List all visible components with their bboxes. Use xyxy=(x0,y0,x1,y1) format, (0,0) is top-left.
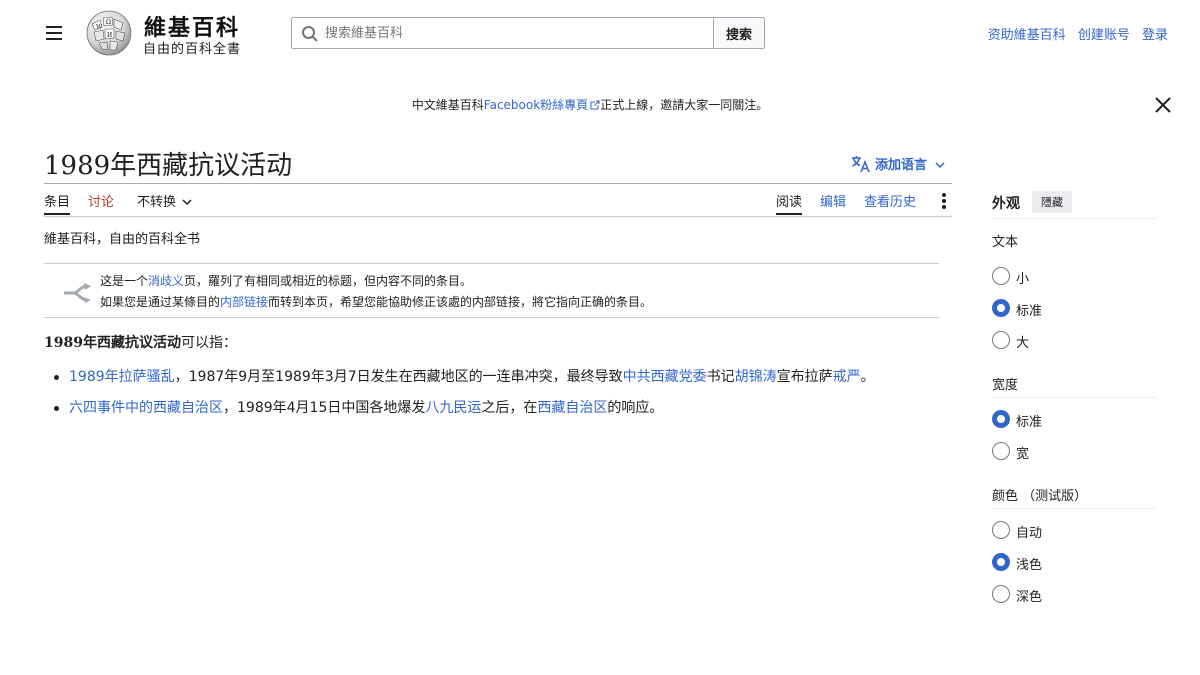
june4-tibet-link[interactable]: 六四事件中的西藏自治区 xyxy=(69,400,223,416)
hamburger-icon xyxy=(46,26,62,28)
tibet-region-link[interactable]: 西藏自治区 xyxy=(537,400,607,416)
notice-text: 中文維基百科 xyxy=(411,98,484,112)
svg-text:И: И xyxy=(107,32,112,39)
tab-talk[interactable]: 讨论 xyxy=(88,191,114,210)
tab-variant[interactable]: 不转换 xyxy=(137,191,192,210)
disambiguation-list: 1989年拉萨骚乱，1987年9月至1989年3月7日发生在西藏地区的一连串冲突… xyxy=(44,366,944,428)
tab-read[interactable]: 阅读 xyxy=(776,191,803,215)
list-item: 六四事件中的西藏自治区，1989年4月15日中国各地爆发八九民运之后，在西藏自治… xyxy=(44,397,944,419)
disambiguation-link[interactable]: 消歧义 xyxy=(148,274,184,288)
disambiguation-notice: 这是一个消歧义页，羅列了有相同或相近的标题，但内容不同的条目。 如果您是通过某條… xyxy=(44,263,939,318)
chevron-down-icon xyxy=(935,162,945,169)
login-link[interactable]: 登录 xyxy=(1142,28,1168,43)
chevron-down-icon xyxy=(182,199,192,206)
site-tagline: 自由的百科全書 xyxy=(143,42,242,57)
tibet-committee-link[interactable]: 中共西藏党委 xyxy=(623,369,707,385)
user-links: 资助維基百科 创建账号 登录 xyxy=(980,24,1168,43)
appearance-panel: 外观 隱藏 文本 小 标准 大 宽度 标准 宽 颜色 （测试版） 自动 浅色 深… xyxy=(992,190,1156,605)
external-link-icon xyxy=(590,100,600,110)
language-icon xyxy=(852,156,870,173)
search-button[interactable]: 搜索 xyxy=(713,17,765,49)
main-menu-button[interactable] xyxy=(40,20,68,46)
facebook-link[interactable]: Facebook粉絲專頁 xyxy=(484,98,588,112)
text-size-title: 文本 xyxy=(992,235,1019,250)
site-subtitle: 維基百科，自由的百科全书 xyxy=(44,232,201,247)
disambiguation-icon xyxy=(64,283,91,303)
hu-jintao-link[interactable]: 胡锦涛 xyxy=(735,369,777,385)
page-title: 1989年西藏抗议活动 xyxy=(44,151,293,181)
title-divider xyxy=(44,183,952,184)
lhasa-riot-link[interactable]: 1989年拉萨骚乱 xyxy=(69,369,175,385)
1989-protests-link[interactable]: 八九民运 xyxy=(425,400,481,416)
tabs-divider xyxy=(44,216,952,217)
search-input[interactable] xyxy=(325,18,705,48)
search-box[interactable] xyxy=(291,17,714,49)
variant-label: 不转换 xyxy=(137,195,177,210)
svg-text:W: W xyxy=(96,24,103,31)
tab-edit[interactable]: 编辑 xyxy=(820,191,846,210)
notice-text-end: 正式上線，邀請大家一同關注。 xyxy=(600,98,769,112)
close-icon[interactable] xyxy=(1153,95,1173,115)
svg-text:Ω: Ω xyxy=(106,19,111,26)
lead-paragraph: 1989年西藏抗议活动可以指： xyxy=(44,335,237,351)
color-title: 颜色 （测试版） xyxy=(992,489,1088,504)
tab-article[interactable]: 条目 xyxy=(44,191,71,215)
wikipedia-globe-icon[interactable]: W Ω И xyxy=(84,10,134,56)
internal-link-link[interactable]: 内部链接 xyxy=(220,295,268,309)
appearance-title: 外观 xyxy=(992,196,1020,212)
add-languages-label: 添加语言 xyxy=(875,158,928,173)
hide-appearance-button[interactable]: 隱藏 xyxy=(1032,191,1072,213)
site-header: W Ω И 維基百科 自由的百科全書 搜索 资助維基百科 创建账号 登录 xyxy=(0,0,1200,66)
tab-history[interactable]: 查看历史 xyxy=(864,191,916,210)
disambiguation-line-2: 如果您是通过某條目的内部链接而转到本页，希望您能協助修正该處的内部链接，將它指向… xyxy=(100,295,653,309)
lead-bold-term: 1989年西藏抗议活动 xyxy=(44,335,181,351)
martial-law-link[interactable]: 戒严 xyxy=(833,369,861,385)
width-title: 宽度 xyxy=(992,378,1019,393)
search-icon xyxy=(302,26,318,42)
add-languages-button[interactable]: 添加语言 xyxy=(851,154,949,173)
donate-link[interactable]: 资助維基百科 xyxy=(988,28,1066,43)
list-item: 1989年拉萨骚乱，1987年9月至1989年3月7日发生在西藏地区的一连串冲突… xyxy=(44,366,944,388)
disambiguation-line-1: 这是一个消歧义页，羅列了有相同或相近的标题，但内容不同的条目。 xyxy=(100,274,473,288)
site-notice: 中文維基百科Facebook粉絲專頁 正式上線，邀請大家一同關注。 xyxy=(0,96,1180,113)
more-actions-icon[interactable] xyxy=(937,191,951,211)
create-account-link[interactable]: 创建账号 xyxy=(1078,28,1130,43)
